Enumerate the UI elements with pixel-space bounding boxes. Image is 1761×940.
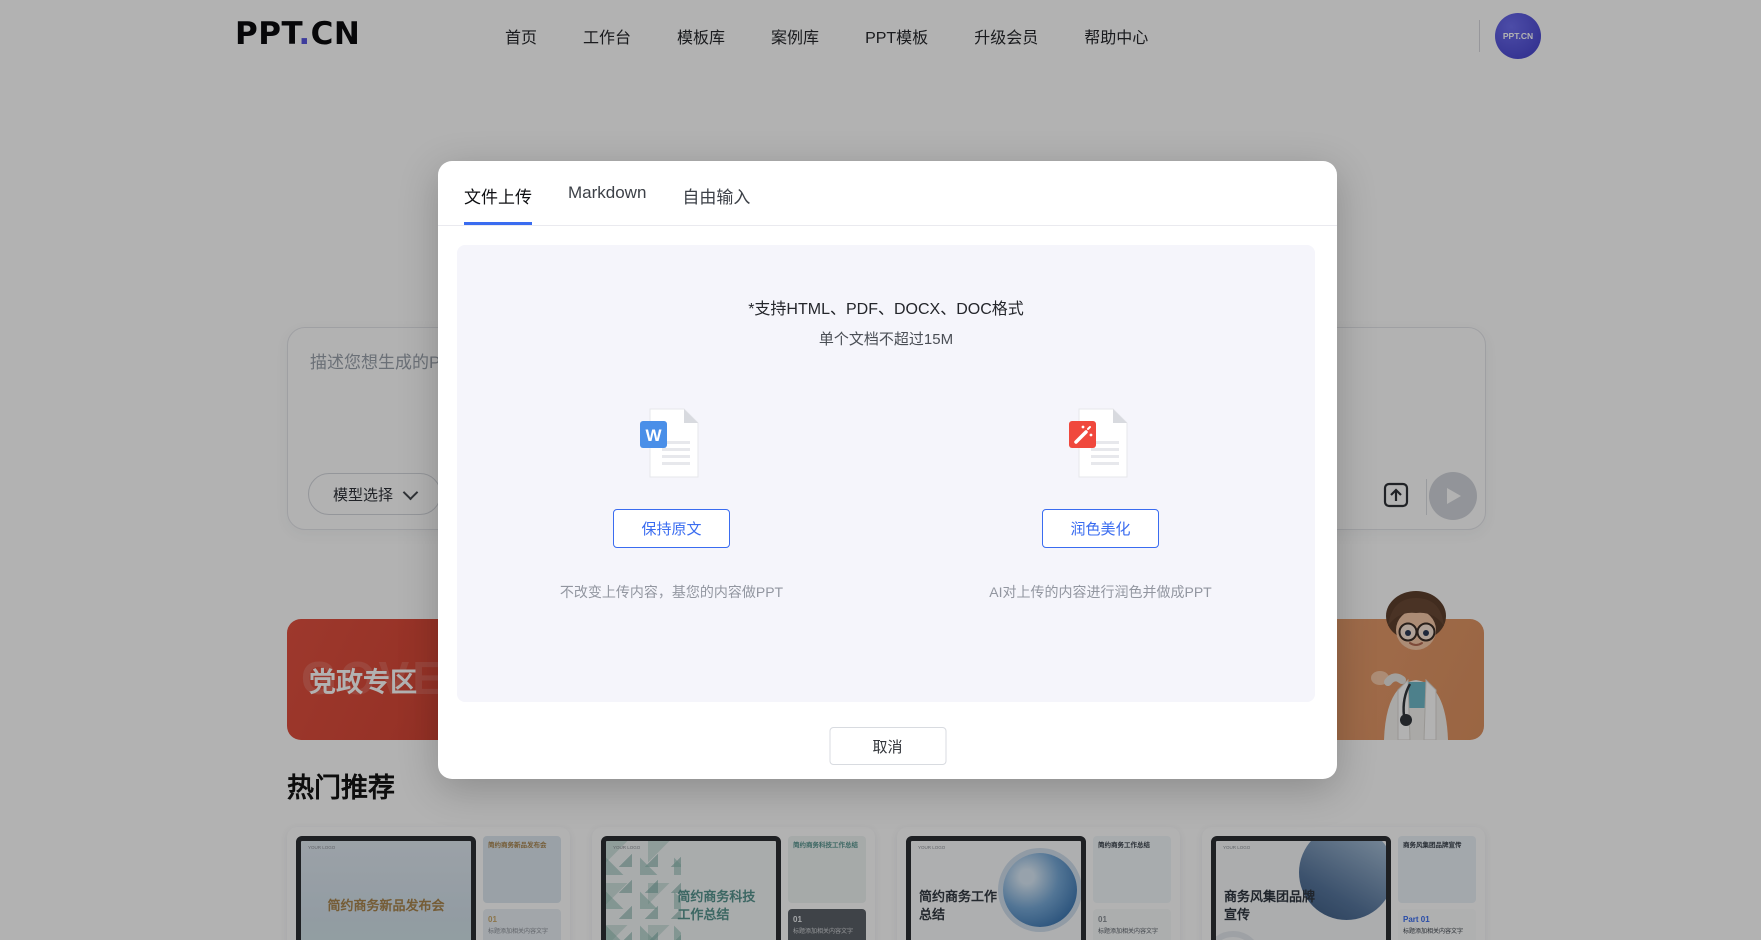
upload-dialog: 文件上传 Markdown 自由输入 *支持HTML、PDF、DOCX、DOC格… — [438, 161, 1337, 779]
supported-formats-note: *支持HTML、PDF、DOCX、DOC格式 — [457, 295, 1315, 319]
upload-dropzone[interactable]: *支持HTML、PDF、DOCX、DOC格式 单个文档不超过15M W 保持原文 — [457, 245, 1315, 702]
polish-beautify-button[interactable]: 润色美化 — [1042, 509, 1158, 548]
word-badge-letter: W — [645, 426, 662, 445]
polish-beautify-caption: AI对上传的内容进行润色并做成PPT — [989, 582, 1211, 602]
keep-original-caption: 不改变上传内容，基您的内容做PPT — [560, 582, 783, 602]
file-size-note: 单个文档不超过15M — [457, 328, 1315, 349]
option-keep-original: W 保持原文 不改变上传内容，基您的内容做PPT — [512, 405, 832, 602]
magic-document-icon — [1069, 405, 1133, 481]
word-document-icon: W — [640, 405, 704, 481]
tab-file-upload[interactable]: 文件上传 — [464, 183, 532, 225]
tab-free-input[interactable]: 自由输入 — [682, 183, 750, 225]
cancel-button[interactable]: 取消 — [829, 727, 946, 765]
tab-markdown[interactable]: Markdown — [568, 183, 646, 225]
dialog-tabbar: 文件上传 Markdown 自由输入 — [438, 161, 1337, 226]
keep-original-button[interactable]: 保持原文 — [613, 509, 729, 548]
option-polish-beautify: 润色美化 AI对上传的内容进行润色并做成PPT — [941, 405, 1261, 602]
page-root: PPT.CN 首页 工作台 模板库 案例库 PPT模板 升级会员 帮助中心 PP… — [0, 0, 1761, 940]
upload-options: W 保持原文 不改变上传内容，基您的内容做PPT — [457, 405, 1315, 602]
